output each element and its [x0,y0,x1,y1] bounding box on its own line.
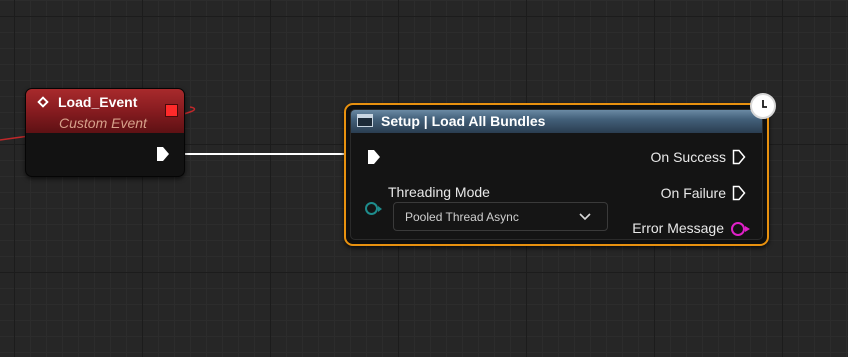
function-node-body: Setup | Load All Bundles On Success On F… [350,109,763,240]
delegate-output-pin[interactable] [165,104,178,117]
threading-mode-dropdown[interactable]: Pooled Thread Async [393,202,608,231]
custom-event-node[interactable]: Load_Event Custom Event [25,88,185,177]
function-icon [357,114,373,127]
on-success-exec-pin[interactable] [732,149,746,165]
error-message-label: Error Message [632,220,724,236]
load-all-bundles-node[interactable]: Setup | Load All Bundles On Success On F… [344,103,769,246]
threading-mode-label: Threading Mode [388,184,490,200]
error-message-string-pin[interactable] [731,222,750,236]
function-node-title: Setup | Load All Bundles [381,113,546,129]
on-failure-exec-pin[interactable] [732,185,746,201]
exec-output-pin[interactable] [156,146,170,162]
threading-mode-value: Pooled Thread Async [405,210,519,224]
function-node-header[interactable]: Setup | Load All Bundles [351,110,762,133]
event-node-header[interactable]: Load_Event Custom Event [26,89,184,133]
event-node-subtitle: Custom Event [59,115,147,131]
exec-input-pin[interactable] [367,149,381,165]
clock-icon [750,93,776,119]
threading-mode-enum-pin[interactable] [365,202,382,215]
chevron-down-icon [579,213,591,221]
on-success-label: On Success [650,149,726,165]
event-diamond-icon [37,96,49,108]
on-failure-label: On Failure [660,185,726,201]
event-node-title: Load_Event [58,94,138,110]
